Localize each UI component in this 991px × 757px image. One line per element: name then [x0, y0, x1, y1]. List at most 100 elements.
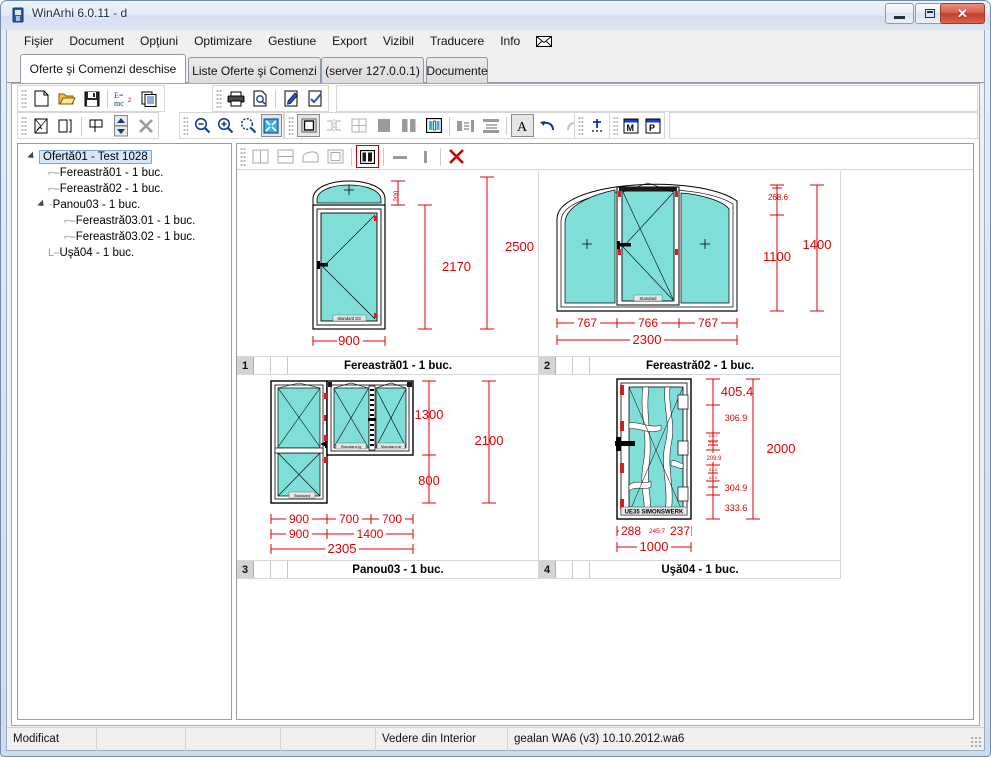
cell-checkbox-1[interactable]: [556, 561, 573, 578]
cell-checkbox-1[interactable]: [556, 357, 573, 374]
cell-checkbox-1[interactable]: [254, 357, 271, 374]
svg-text:M: M: [627, 123, 635, 133]
material-window-icon[interactable]: M: [621, 114, 641, 137]
delete-x-icon[interactable]: [135, 114, 157, 137]
open-folder-icon[interactable]: [55, 87, 78, 110]
toolbar-grip[interactable]: [216, 89, 222, 108]
cell-checkbox-2[interactable]: [573, 561, 590, 578]
toolbar-grip[interactable]: [288, 116, 294, 135]
sash-icon[interactable]: [356, 145, 379, 168]
tree-item-fereastra02[interactable]: ⌐-- Fereastră02 - 1 buc.: [26, 181, 231, 197]
view-one-column-icon[interactable]: [372, 114, 395, 137]
tree-item-panou03[interactable]: · Panou03 - 1 buc.: [26, 197, 231, 213]
chevron-expanded-icon[interactable]: [37, 199, 47, 209]
drawing-cell-4[interactable]: UE35 SIMONSWERK 405.4 306.9 100.7 87.4 2…: [539, 375, 841, 579]
tab-strip: Oferte şi Comenzi deschise Liste Oferte …: [7, 52, 984, 83]
cell-number: 3: [237, 561, 254, 578]
view-single-icon[interactable]: [297, 114, 320, 137]
toolbar-separator: [107, 89, 108, 108]
drawing-cell-3[interactable]: Standard Standard-lg Standard-dr 1300 80…: [237, 375, 539, 579]
toolbar-grip[interactable]: [183, 116, 189, 135]
arch-top-icon[interactable]: [299, 145, 322, 168]
cell-checkbox-2[interactable]: [573, 357, 590, 374]
print-icon[interactable]: [225, 87, 247, 110]
tree-item-usa04[interactable]: L-- Uşă04 - 1 buc.: [26, 245, 231, 261]
envelope-icon[interactable]: [528, 34, 560, 49]
cell-checkbox-2[interactable]: [271, 561, 288, 578]
drawing-cell-1[interactable]: Standard D3 200 2170 2500 900 1 Fereastr…: [237, 171, 539, 375]
reorder-spinner-icon[interactable]: [110, 114, 132, 137]
menu-item-optiuni[interactable]: Opţiuni: [132, 32, 186, 50]
tab-liste-oferte-comenzi[interactable]: Liste Oferte şi Comenzi: [188, 57, 321, 83]
chevron-expanded-icon[interactable]: [27, 151, 37, 161]
print-preview-icon[interactable]: [249, 87, 271, 110]
menu-item-traducere[interactable]: Traducere: [422, 32, 492, 50]
minimize-button[interactable]: [885, 3, 914, 24]
undo-icon[interactable]: [536, 114, 559, 137]
tree-item-fereastra01[interactable]: ⌐-- Fereastră01 - 1 buc.: [26, 165, 231, 181]
menu-item-optimizare[interactable]: Optimizare: [186, 32, 260, 50]
zoom-window-icon[interactable]: [238, 114, 259, 137]
cell-checkbox-1[interactable]: [254, 561, 271, 578]
vertical-bar-icon[interactable]: [413, 145, 436, 168]
minimize-icon: [894, 15, 905, 19]
zoom-in-icon[interactable]: [215, 114, 236, 137]
element-properties-icon[interactable]: [30, 114, 52, 137]
tree-item-label: Fereastră03.01 - 1 buc.: [75, 215, 196, 227]
menu-item-vizibil[interactable]: Vizibil: [375, 32, 422, 50]
drawing-cell-2-art: Standard 268.6 1100 1400 767 766 767 230…: [539, 171, 840, 356]
menu-item-export[interactable]: Export: [324, 32, 375, 50]
zoom-out-icon[interactable]: [191, 114, 212, 137]
save-icon[interactable]: [80, 87, 103, 110]
text-annotation-icon[interactable]: A: [511, 114, 534, 137]
align-top-icon[interactable]: [479, 114, 502, 137]
menu-item-info[interactable]: Info: [492, 32, 528, 50]
tree-item-oferta01[interactable]: Ofertă01 - Test 1028: [26, 149, 231, 165]
tab-oferte-comenzi-deschise[interactable]: Oferte şi Comenzi deschise: [20, 54, 186, 83]
horizontal-bar-icon[interactable]: [388, 145, 411, 168]
zoom-fit-icon[interactable]: [260, 114, 283, 137]
svg-text:UE35 SIMONSWERK: UE35 SIMONSWERK: [625, 510, 684, 516]
add-dimension-icon[interactable]: [587, 114, 608, 137]
svg-text:800: 800: [418, 473, 440, 488]
cell-checkbox-2[interactable]: [271, 357, 288, 374]
tree-connector: ⌐--: [64, 231, 76, 243]
edit-offer-icon[interactable]: [280, 87, 302, 110]
split-horizontal-icon[interactable]: [274, 145, 297, 168]
frame-icon[interactable]: [324, 145, 347, 168]
svg-text:237: 237: [670, 524, 690, 538]
tree-item-fereastra03-02[interactable]: ⌐-- Fereastră03.02 - 1 buc.: [26, 229, 231, 245]
toolbar-grip[interactable]: [240, 147, 246, 166]
formula-emc2-icon[interactable]: E= mc 2: [112, 87, 135, 110]
drawing-panel: Standard D3 200 2170 2500 900 1 Fereastr…: [236, 143, 974, 720]
project-tree-panel[interactable]: Ofertă01 - Test 1028 ⌐-- Fereastră01 - 1…: [17, 143, 232, 720]
copy-documents-icon[interactable]: [137, 87, 160, 110]
split-vertical-icon[interactable]: [249, 145, 272, 168]
view-three-columns-icon[interactable]: [422, 114, 445, 137]
toolbar-grip[interactable]: [613, 116, 619, 135]
drawing-canvas[interactable]: Standard D3 200 2170 2500 900 1 Fereastr…: [237, 171, 973, 719]
tree-item-label: Panou03 - 1 buc.: [52, 199, 141, 211]
toolbar-grip[interactable]: [21, 89, 27, 108]
tab-server-address[interactable]: (server 127.0.0.1): [321, 57, 424, 83]
delete-red-x-icon[interactable]: [445, 145, 468, 168]
drawing-cell-2[interactable]: Standard 268.6 1100 1400 767 766 767 230…: [539, 171, 841, 375]
menu-item-document[interactable]: Document: [61, 32, 132, 50]
duplicate-icon[interactable]: [54, 114, 76, 137]
resize-grip[interactable]: [970, 736, 982, 748]
tree-item-fereastra03-01[interactable]: ⌐-- Fereastră03.01 - 1 buc.: [26, 213, 231, 229]
toolbar-grip[interactable]: [21, 116, 27, 135]
toolbar-grip[interactable]: [578, 116, 584, 135]
insert-element-icon[interactable]: [86, 114, 108, 137]
view-mirror-icon[interactable]: [322, 114, 345, 137]
view-grid-icon[interactable]: [347, 114, 370, 137]
menu-item-gestiune[interactable]: Gestiune: [260, 32, 324, 50]
edit-order-icon[interactable]: [305, 87, 327, 110]
view-two-columns-icon[interactable]: [397, 114, 420, 137]
profile-window-icon[interactable]: P: [643, 114, 663, 137]
close-button[interactable]: ✕: [940, 3, 985, 24]
align-left-icon[interactable]: [454, 114, 477, 137]
menu-item-fisier[interactable]: Fişier: [16, 32, 61, 50]
tab-documente[interactable]: Documente: [426, 57, 488, 83]
new-file-icon[interactable]: [30, 87, 53, 110]
